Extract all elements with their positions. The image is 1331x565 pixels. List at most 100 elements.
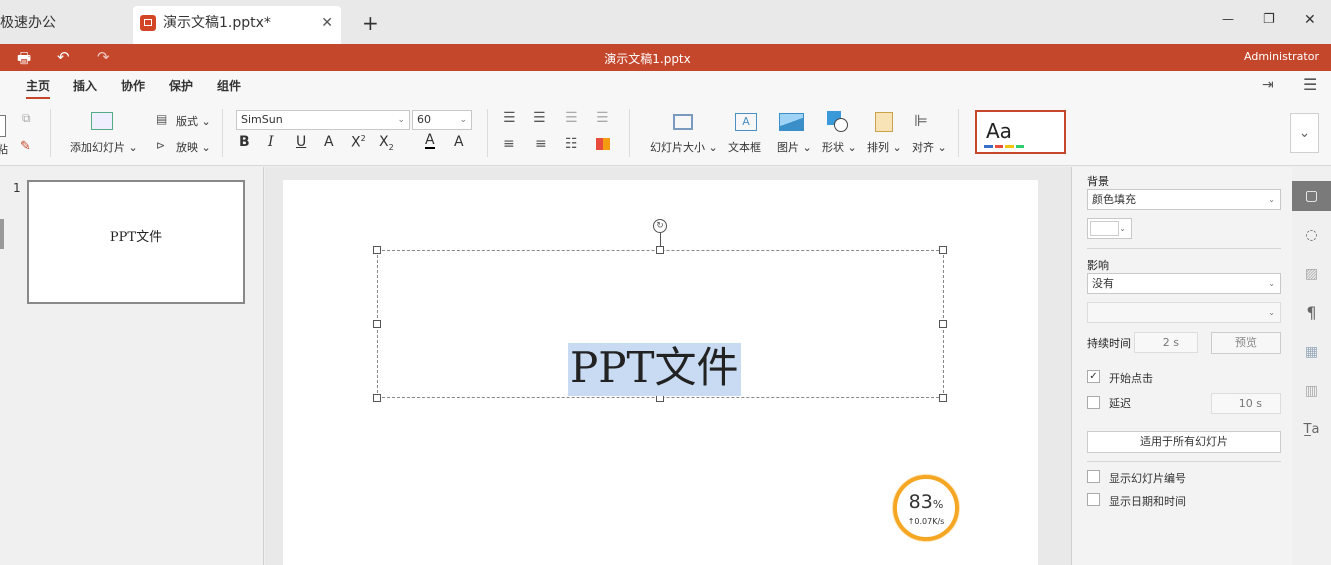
panel-collapse-handle[interactable]: [0, 219, 4, 249]
font-size-select[interactable]: 60 ⌄: [412, 110, 472, 130]
image-settings-icon[interactable]: ▨: [1292, 259, 1331, 289]
menu-home[interactable]: 主页: [26, 77, 51, 99]
align-text-icon[interactable]: ≡: [503, 136, 515, 152]
open-location-icon[interactable]: ⇥: [1262, 77, 1274, 93]
resize-handle[interactable]: [939, 320, 947, 328]
text-art-settings-icon[interactable]: T̲a: [1292, 415, 1331, 445]
shape-button[interactable]: 形状 ⌄: [822, 139, 857, 155]
slide-thumbnail[interactable]: PPT文件: [27, 180, 245, 304]
effect-option-select: ⌄: [1087, 302, 1281, 323]
underline-button[interactable]: U: [296, 134, 306, 150]
bullet-list-icon[interactable]: ☰: [503, 110, 516, 126]
divider: [958, 109, 959, 157]
picture-icon[interactable]: [779, 113, 804, 131]
menu-protect[interactable]: 保护: [169, 77, 193, 94]
resize-handle[interactable]: [939, 394, 947, 402]
picture-button[interactable]: 图片 ⌄: [777, 139, 812, 155]
font-color-button[interactable]: A: [425, 133, 435, 149]
slide-size-icon[interactable]: [673, 114, 693, 130]
chevron-down-icon: ⌄: [1268, 195, 1275, 204]
apply-all-button[interactable]: 适用于所有幻灯片: [1087, 431, 1281, 453]
hamburger-menu-icon[interactable]: ☰: [1303, 75, 1317, 94]
subscript-button[interactable]: X2: [379, 134, 394, 152]
superscript-button[interactable]: X2: [351, 134, 366, 151]
rotate-handle-icon[interactable]: ↻: [653, 219, 667, 233]
paste-label: 粘: [0, 143, 8, 156]
delay-checkbox[interactable]: [1087, 396, 1100, 409]
effect-select[interactable]: 没有 ⌄: [1087, 273, 1281, 294]
table-settings-icon[interactable]: ▦: [1292, 337, 1331, 367]
divider: [50, 109, 51, 157]
new-tab-button[interactable]: +: [362, 11, 379, 35]
resize-handle[interactable]: [656, 246, 664, 254]
start-on-click-checkbox[interactable]: ✓: [1087, 370, 1100, 383]
divider: [1087, 248, 1281, 249]
slide-settings-icon[interactable]: ▢: [1292, 181, 1331, 211]
tab-home[interactable]: 极速办公: [0, 6, 125, 44]
paragraph-settings-icon[interactable]: ¶: [1292, 298, 1331, 328]
align-icon[interactable]: ⊫: [914, 111, 928, 130]
add-slide-button[interactable]: 添加幻灯片 ⌄: [70, 139, 138, 155]
menu-collaborate[interactable]: 协作: [121, 77, 145, 94]
resize-handle[interactable]: [373, 246, 381, 254]
theme-preview[interactable]: Aa: [975, 110, 1066, 154]
resize-handle[interactable]: [373, 320, 381, 328]
slide-size-button[interactable]: 幻灯片大小 ⌄: [650, 139, 718, 155]
align-label: 对齐: [912, 141, 934, 154]
close-button[interactable]: ✕: [1304, 12, 1316, 28]
font-name-select[interactable]: SimSun ⌄: [236, 110, 410, 130]
chart-settings-icon[interactable]: ▥: [1292, 376, 1331, 406]
menu-components[interactable]: 组件: [217, 77, 241, 94]
arrange-button[interactable]: 排列 ⌄: [867, 139, 902, 155]
tab-document[interactable]: 演示文稿1.pptx* ✕: [133, 6, 341, 44]
tab-close-icon[interactable]: ✕: [321, 6, 333, 40]
performance-gauge[interactable]: 83% ↑0.07K/s: [893, 475, 959, 541]
delay-label: 延迟: [1109, 397, 1131, 410]
duration-value: 2 s: [1162, 336, 1179, 349]
highlight-button[interactable]: A: [454, 134, 464, 150]
strikethrough-button[interactable]: A: [324, 134, 334, 150]
textbox-icon[interactable]: A: [735, 113, 757, 131]
italic-button[interactable]: I: [268, 134, 274, 150]
copy-icon[interactable]: ⧉: [22, 111, 31, 126]
start-on-click-label: 开始点击: [1109, 372, 1153, 385]
minimize-button[interactable]: —: [1222, 12, 1234, 26]
vertical-align-icon[interactable]: ≡: [535, 136, 547, 152]
menu-insert[interactable]: 插入: [73, 77, 97, 94]
slide-size-label: 幻灯片大小: [650, 141, 705, 154]
layout-icon[interactable]: ▤: [156, 112, 167, 126]
resize-handle[interactable]: [939, 246, 947, 254]
resize-handle[interactable]: [373, 394, 381, 402]
background-fill-select[interactable]: 颜色填充 ⌄: [1087, 189, 1281, 210]
show-date-time-checkbox[interactable]: [1087, 493, 1100, 506]
arrange-icon[interactable]: [875, 112, 893, 132]
theme-color-bar: [984, 145, 1024, 148]
layout-button[interactable]: 版式 ⌄: [176, 113, 211, 129]
play-icon[interactable]: ⊳: [156, 139, 165, 152]
increase-indent-icon[interactable]: ☰: [596, 110, 609, 126]
shape-fill-icon[interactable]: [596, 138, 610, 150]
preview-button[interactable]: 预览: [1211, 332, 1281, 354]
textbox-button[interactable]: 文本框: [728, 139, 761, 155]
line-spacing-icon[interactable]: ☷: [565, 136, 578, 152]
align-button[interactable]: 对齐 ⌄: [912, 139, 947, 155]
effect-value: 没有: [1092, 277, 1114, 290]
divider: [629, 109, 630, 157]
shape-settings-icon[interactable]: ◌: [1292, 220, 1331, 250]
add-slide-icon[interactable]: [91, 112, 113, 130]
ribbon-expand-button[interactable]: ⌄: [1290, 113, 1319, 153]
slide-number: 1: [13, 181, 21, 195]
background-color-picker[interactable]: ⌄: [1087, 218, 1132, 239]
restore-button[interactable]: ❐: [1263, 12, 1275, 27]
play-button[interactable]: 放映 ⌄: [176, 139, 211, 155]
format-painter-icon[interactable]: ✎: [20, 139, 31, 154]
background-label: 背景: [1087, 175, 1109, 188]
bold-button[interactable]: B: [239, 134, 250, 150]
numbered-list-icon[interactable]: ☰: [533, 110, 546, 126]
show-slide-number-checkbox[interactable]: [1087, 470, 1100, 483]
decrease-indent-icon[interactable]: ☰: [565, 110, 578, 126]
paste-icon[interactable]: [0, 115, 6, 137]
slide-title-text[interactable]: PPT文件: [568, 343, 741, 396]
tab-bar: 极速办公 演示文稿1.pptx* ✕ + — ❐ ✕: [0, 0, 1331, 44]
user-name[interactable]: Administrator: [1244, 50, 1319, 63]
